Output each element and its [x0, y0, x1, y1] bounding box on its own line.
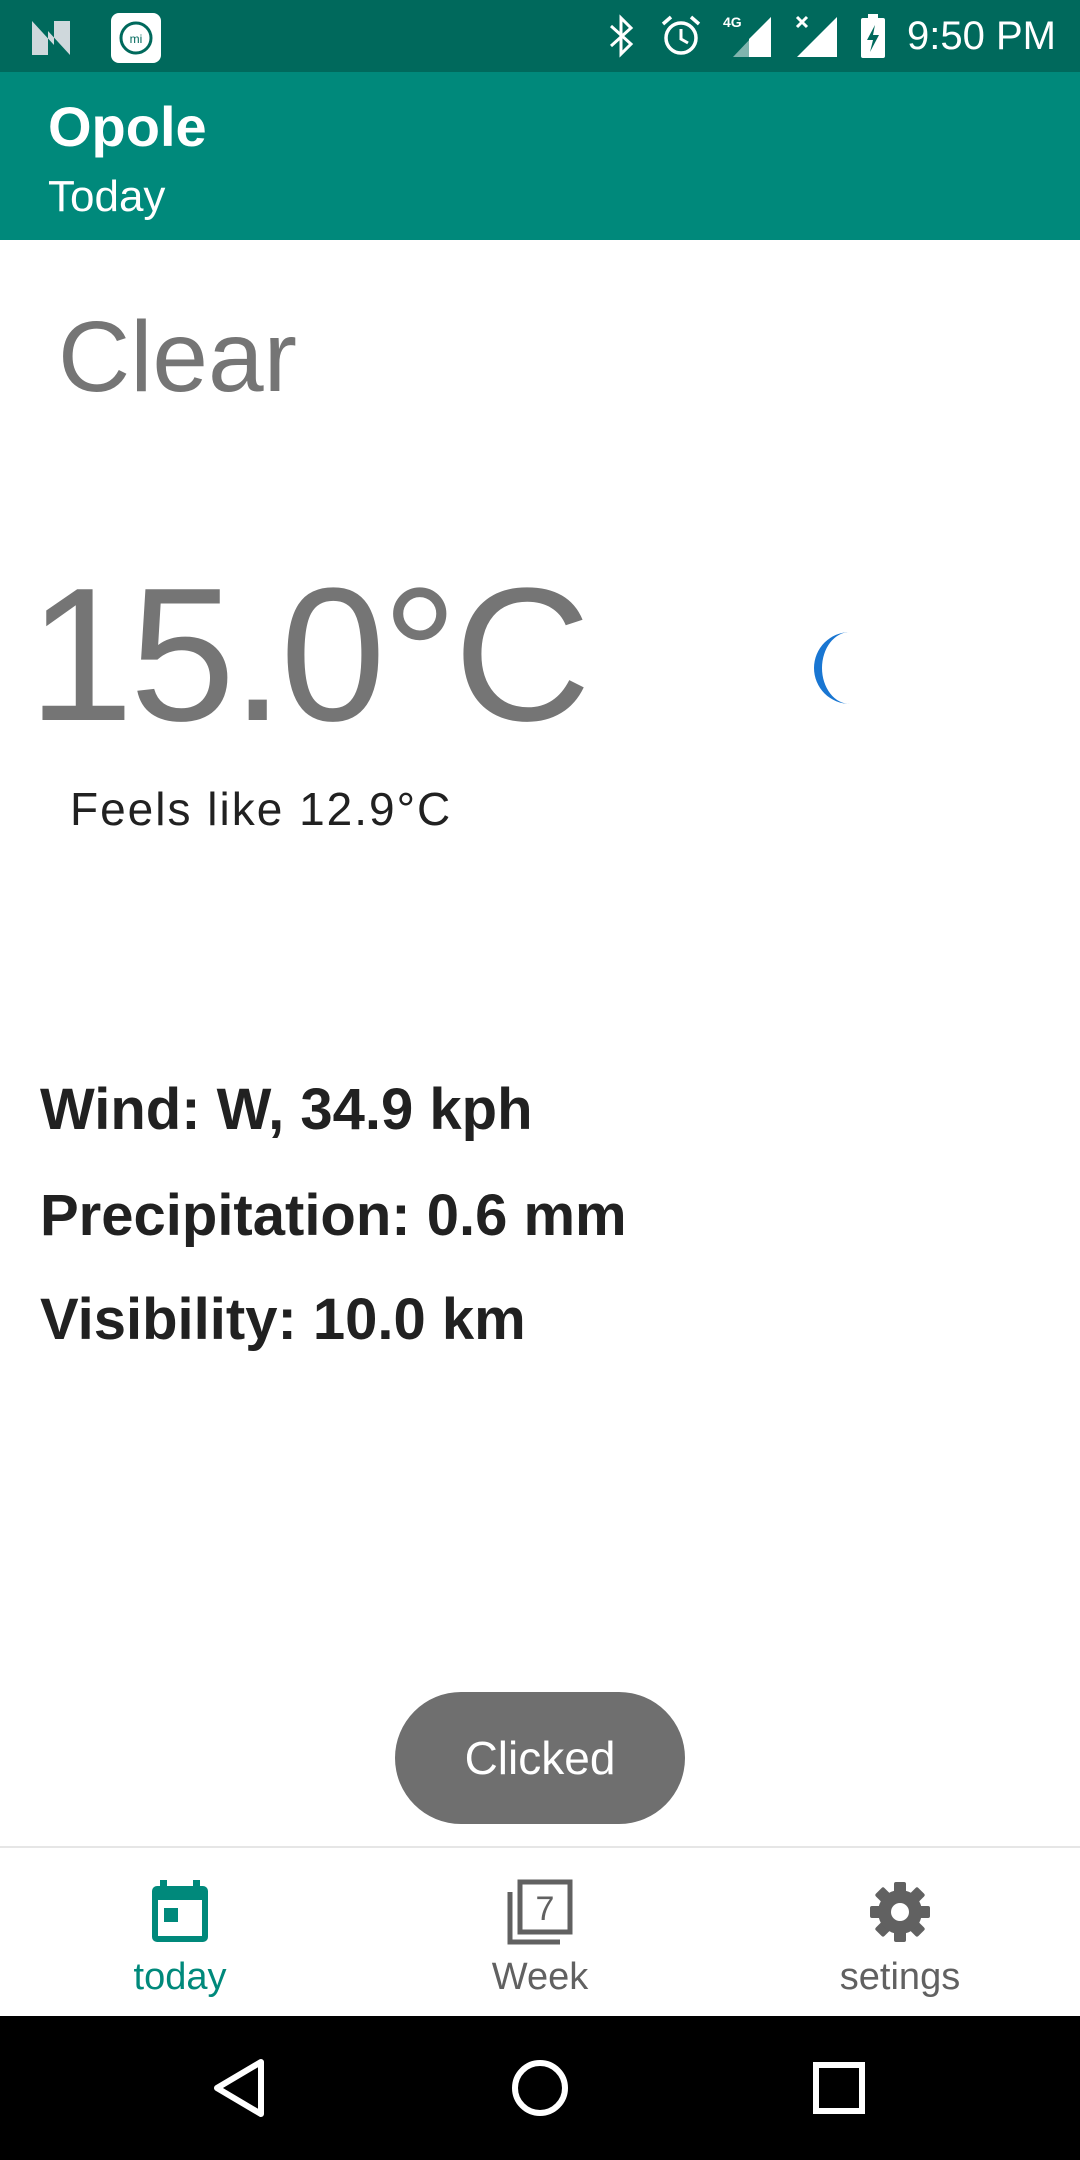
alarm-icon — [661, 15, 701, 55]
weather-condition: Clear — [58, 301, 297, 413]
system-navigation-bar — [0, 2016, 1080, 2160]
visibility-detail: Visibility: 10.0 km — [40, 1287, 526, 1352]
nav-item-today[interactable]: today — [0, 1848, 360, 2018]
calendar-week-icon: 7 — [507, 1879, 573, 1945]
page-title: Opole — [48, 95, 207, 158]
calendar-icon — [152, 1880, 208, 1942]
status-bar: mi 4G 9:50 PM — [0, 0, 1080, 72]
signal-no-data-icon — [795, 15, 838, 57]
svg-text:mi: mi — [130, 32, 143, 46]
moon-icon — [814, 632, 850, 704]
mi-icon: mi — [111, 13, 161, 63]
battery-charging-icon — [861, 14, 886, 58]
app-bar: Opole Today — [0, 72, 1080, 240]
recents-icon[interactable] — [803, 2052, 875, 2124]
temperature: 15.0°C — [28, 549, 591, 761]
page-subtitle: Today — [48, 172, 166, 221]
home-icon[interactable] — [504, 2052, 576, 2124]
nav-label-settings: setings — [839, 1956, 961, 1998]
wind-detail: Wind: W, 34.9 kph — [40, 1077, 533, 1142]
gear-icon — [870, 1882, 930, 1942]
network-label: 4G — [723, 14, 742, 30]
nav-label-week: Week — [491, 1956, 589, 1998]
precipitation-detail: Precipitation: 0.6 mm — [40, 1183, 627, 1248]
signal-4g-icon: 4G — [723, 14, 772, 57]
week-badge: 7 — [536, 1890, 555, 1928]
back-icon[interactable] — [205, 2052, 277, 2124]
feels-like: Feels like 12.9°C — [70, 783, 453, 835]
nav-item-week[interactable]: 7 Week — [360, 1848, 720, 2018]
nav-item-settings[interactable]: setings — [720, 1848, 1080, 2018]
bottom-navigation: today 7 Week setings — [0, 1846, 1080, 2018]
bluetooth-icon — [610, 14, 634, 58]
status-time: 9:50 PM — [907, 13, 1056, 58]
nav-label-today: today — [133, 1956, 227, 1998]
notification-n-icon — [32, 21, 70, 55]
toast-message: Clicked — [395, 1692, 685, 1824]
